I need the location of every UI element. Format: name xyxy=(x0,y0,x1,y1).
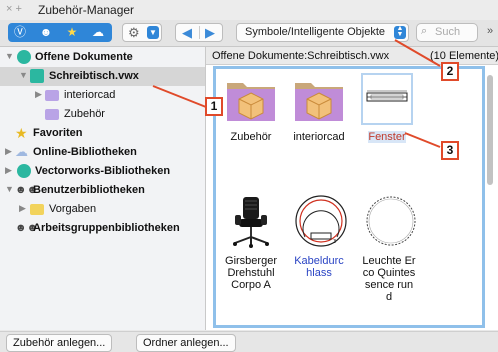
document-icon xyxy=(30,69,44,83)
search-placeholder: Such xyxy=(435,26,461,38)
tree-item-label: Zubehör xyxy=(64,108,105,120)
people-icon[interactable]: ☻ xyxy=(38,25,54,40)
resource-item-label: Fenster xyxy=(368,131,406,143)
folder-icon xyxy=(225,73,277,125)
tree-item-label: Vectorworks-Bibliotheken xyxy=(35,165,171,177)
star-icon[interactable]: ★ xyxy=(64,25,80,40)
resource-item[interactable]: 3 Kabeldurchlass xyxy=(286,193,352,279)
vectorworks-icon xyxy=(17,164,31,178)
updown-chevron-icon: ▲ ▼ xyxy=(394,25,406,39)
disclosure-closed-icon[interactable]: ▶ xyxy=(5,146,12,157)
chevron-down-icon: ▼ xyxy=(147,26,159,39)
tree-item-vectorworks-libraries[interactable]: ▶ Vectorworks-Bibliotheken xyxy=(0,162,205,181)
navigation-buttons: ◀ ▶ xyxy=(175,23,223,42)
folder-icon xyxy=(30,204,44,215)
item-count: (10 Elemente) xyxy=(430,50,498,62)
people-icon: ☻☻ xyxy=(15,184,39,196)
tree-item-label: interiorcad xyxy=(64,89,116,101)
category-select-value: Symbole/Intelligente Objekte xyxy=(245,26,386,38)
new-folder-button[interactable]: Ordner anlegen... xyxy=(136,334,236,352)
tree-item-label: Arbeitsgruppenbibliotheken xyxy=(33,222,180,234)
resource-item[interactable]: Zubehör xyxy=(218,73,284,143)
window-symbol-icon xyxy=(361,73,413,125)
divider xyxy=(199,26,200,39)
cable-grommet-icon: 3 xyxy=(293,193,347,249)
forward-icon[interactable]: ▶ xyxy=(205,25,215,41)
tree-item-user-libraries[interactable]: ▼ ☻☻ Benutzerbibliotheken xyxy=(0,181,205,200)
resource-item-label: Zubehör xyxy=(230,131,272,143)
tree-item-workgroup-libraries[interactable]: ☻☻ Arbeitsgruppenbibliotheken xyxy=(0,219,205,238)
tree-item-zubehoer[interactable]: Zubehör xyxy=(0,105,205,124)
window-title: Zubehör-Manager xyxy=(38,3,135,17)
disclosure-closed-icon[interactable]: ▶ xyxy=(5,165,12,176)
tree-item-label: Online-Bibliotheken xyxy=(33,146,137,158)
resource-item-label: Kabeldurchlass xyxy=(294,255,344,279)
folder-icon xyxy=(293,73,345,125)
svg-text:3: 3 xyxy=(333,239,336,245)
disclosure-open-icon[interactable]: ▼ xyxy=(5,51,14,61)
gear-icon: ⚙ xyxy=(128,25,140,40)
office-chair-icon xyxy=(225,193,277,249)
toolbar: Ⓥ ☻ ★ ☁ ⚙ ▼ ◀ ▶ Symbole/Intelligente Obj… xyxy=(0,20,498,47)
disclosure-open-icon[interactable]: ▼ xyxy=(5,184,14,194)
resource-item[interactable]: Girsberger Drehstuhl Corpo A xyxy=(218,193,284,291)
vectorworks-icon xyxy=(17,50,31,64)
resource-item-label: Girsberger Drehstuhl Corpo A xyxy=(225,255,277,291)
back-icon[interactable]: ◀ xyxy=(182,25,192,41)
tree-item-label: Schreibtisch.vwx xyxy=(49,70,139,82)
title-bar: × + Zubehör-Manager xyxy=(0,0,498,20)
tree-item-favoriten[interactable]: ★ Favoriten xyxy=(0,124,205,143)
category-select[interactable]: Symbole/Intelligente Objekte ▲ ▼ xyxy=(236,23,409,42)
tree-item-open-documents[interactable]: ▼ Offene Dokumente xyxy=(0,48,205,67)
star-icon: ★ xyxy=(15,125,28,141)
resource-item-selected[interactable]: Fenster xyxy=(354,73,420,143)
resource-item-label: Leuchte Erco Quintessence rund xyxy=(362,255,416,303)
cloud-icon: ☁ xyxy=(15,144,28,159)
folder-icon xyxy=(45,90,59,101)
tree-item-vorgaben[interactable]: ▶ Vorgaben xyxy=(0,200,205,219)
search-icon: ⌕ xyxy=(421,25,428,37)
scrollbar[interactable] xyxy=(487,75,493,185)
resource-browser: Offene Dokumente:Schreibtisch.vwx (10 El… xyxy=(206,47,498,330)
tree-item-interiorcad[interactable]: ▶ interiorcad xyxy=(0,86,205,105)
resource-grid: Zubehör interiorcad Fenster Girsberger D… xyxy=(213,66,485,328)
resource-item[interactable]: interiorcad xyxy=(286,73,352,143)
callout-3: 3 xyxy=(441,141,459,160)
overflow-icon[interactable]: » xyxy=(487,25,493,37)
callout-1: 1 xyxy=(205,97,223,116)
path-label: Offene Dokumente:Schreibtisch.vwx xyxy=(212,50,390,62)
disclosure-closed-icon[interactable]: ▶ xyxy=(35,89,42,100)
tree-item-label: Favoriten xyxy=(33,127,83,139)
callout-2: 2 xyxy=(441,62,459,81)
tree-item-label: Vorgaben xyxy=(49,203,97,215)
library-tree: ▼ Offene Dokumente ▼ Schreibtisch.vwx ▶ … xyxy=(0,47,206,330)
cloud-icon[interactable]: ☁ xyxy=(90,25,106,40)
bottom-bar: Zubehör anlegen... Ordner anlegen... xyxy=(0,331,498,352)
tree-item-online-libraries[interactable]: ▶ ☁ Online-Bibliotheken xyxy=(0,143,205,162)
tree-item-schreibtisch[interactable]: ▼ Schreibtisch.vwx xyxy=(0,67,205,86)
disclosure-closed-icon[interactable]: ▶ xyxy=(19,203,26,214)
new-resource-button[interactable]: Zubehör anlegen... xyxy=(6,334,113,352)
resource-item-label: interiorcad xyxy=(293,131,345,143)
disclosure-open-icon[interactable]: ▼ xyxy=(19,70,28,80)
tree-item-label: Benutzerbibliotheken xyxy=(33,184,145,196)
action-menu-button[interactable]: ⚙ ▼ xyxy=(122,23,162,42)
people-icon: ☻☻ xyxy=(15,222,39,234)
vectorworks-icon[interactable]: Ⓥ xyxy=(12,25,28,40)
search-field[interactable]: ⌕ Such xyxy=(416,23,478,42)
resource-item[interactable]: Leuchte Erco Quintessence rund xyxy=(356,193,422,303)
light-fixture-icon xyxy=(363,193,416,249)
tree-item-label: Offene Dokumente xyxy=(35,51,133,63)
window-controls[interactable]: × + xyxy=(6,3,22,15)
library-filter-segment[interactable]: Ⓥ ☻ ★ ☁ xyxy=(8,23,112,42)
folder-icon xyxy=(45,109,59,120)
